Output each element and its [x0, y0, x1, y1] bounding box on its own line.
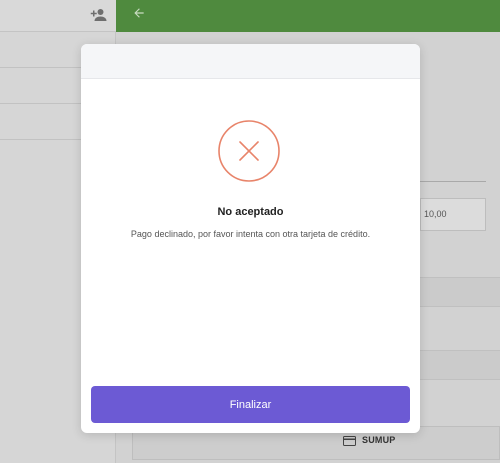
app-header — [116, 0, 500, 32]
payment-method-label: SUMUP — [362, 435, 396, 445]
close-icon — [218, 120, 280, 182]
add-user-icon[interactable] — [90, 6, 108, 24]
finish-button[interactable]: Finalizar — [91, 386, 410, 423]
status-message: Pago declinado, por favor intenta con ot… — [130, 229, 371, 239]
divider — [420, 181, 486, 182]
payment-result-dialog: No aceptado Pago declinado, por favor in… — [81, 44, 420, 433]
arrow-back-icon[interactable] — [132, 6, 146, 20]
credit-card-icon — [343, 436, 356, 446]
status-title: No aceptado — [217, 206, 284, 218]
amount-field: 10,00 — [420, 198, 486, 231]
dialog-header — [81, 44, 420, 79]
left-toolbar — [0, 0, 116, 32]
